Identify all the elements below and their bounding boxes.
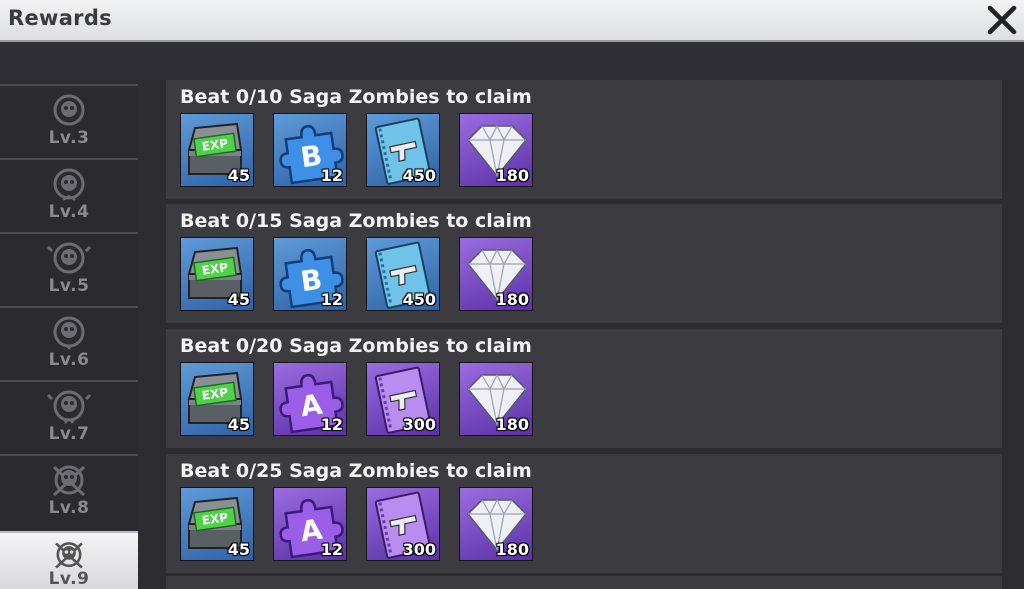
- reward-row-title: Beat 0/25 Saga Zombies to claim: [180, 460, 532, 482]
- reward-row: Beat 0/20 Saga Zombies to claim EXP 45 A…: [166, 329, 1002, 448]
- reward-count: 12: [320, 415, 343, 434]
- reward-count: 180: [495, 166, 529, 185]
- reward-count: 45: [227, 290, 250, 309]
- skull-badge-icon: [53, 168, 85, 201]
- sidebar-item-lv8[interactable]: Lv.8: [0, 454, 138, 527]
- sidebar-item-lv6[interactable]: ★ Lv.6: [0, 306, 138, 379]
- level-label: Lv.3: [48, 128, 90, 148]
- reward-count: 450: [402, 166, 436, 185]
- reward-puzzle-b[interactable]: B 12: [273, 237, 347, 311]
- reward-gun-manual[interactable]: 450: [366, 113, 440, 187]
- skull-badge-icon: ★: [53, 316, 85, 351]
- reward-count: 180: [495, 290, 529, 309]
- reward-row-partial: [166, 576, 1002, 589]
- skull-badge-icon: [52, 465, 86, 497]
- reward-puzzle-b[interactable]: B 12: [273, 113, 347, 187]
- reward-row: Beat 0/15 Saga Zombies to claim EXP 45 B…: [166, 204, 1002, 323]
- level-label: Lv.7: [48, 424, 90, 444]
- reward-count: 300: [402, 540, 436, 559]
- close-button[interactable]: [984, 2, 1020, 38]
- reward-diamond[interactable]: 180: [459, 237, 533, 311]
- reward-count: 300: [402, 415, 436, 434]
- reward-count: 180: [495, 540, 529, 559]
- sidebar-item-lv4[interactable]: Lv.4: [0, 158, 138, 231]
- level-label: Lv.6: [48, 350, 90, 370]
- reward-exp-chest[interactable]: EXP 45: [180, 362, 254, 436]
- level-label: Lv.9: [48, 569, 90, 589]
- level-label: Lv.4: [48, 202, 90, 222]
- sidebar-item-lv5[interactable]: Lv.5: [0, 232, 138, 305]
- sidebar-item-lv9[interactable]: Lv.9: [0, 531, 138, 589]
- close-icon: [987, 5, 1017, 35]
- reward-row: Beat 0/25 Saga Zombies to claim EXP 45 A…: [166, 454, 1002, 573]
- sidebar-item-lv3[interactable]: Lv.3: [0, 84, 138, 157]
- reward-puzzle-a[interactable]: A 12: [273, 362, 347, 436]
- reward-diamond[interactable]: 180: [459, 487, 533, 561]
- reward-exp-chest[interactable]: EXP 45: [180, 113, 254, 187]
- level-sidebar[interactable]: Lv.3 Lv.4 Lv.5 ★ Lv.6 ★★ Lv.7 Lv.8 Lv.9: [0, 84, 138, 589]
- reward-diamond[interactable]: 180: [459, 362, 533, 436]
- skull-badge-icon: ★★: [46, 390, 92, 425]
- level-label: Lv.5: [48, 276, 90, 296]
- header-backdrop: [0, 42, 1024, 80]
- reward-exp-chest[interactable]: EXP 45: [180, 487, 254, 561]
- reward-gun-manual[interactable]: 300: [366, 487, 440, 561]
- reward-exp-chest[interactable]: EXP 45: [180, 237, 254, 311]
- reward-count: 450: [402, 290, 436, 309]
- reward-row-title: Beat 0/10 Saga Zombies to claim: [180, 86, 532, 108]
- reward-count: 180: [495, 415, 529, 434]
- reward-gun-manual[interactable]: 300: [366, 362, 440, 436]
- reward-puzzle-a[interactable]: A 12: [273, 487, 347, 561]
- reward-row: Beat 0/10 Saga Zombies to claim EXP 45 B…: [166, 80, 1002, 199]
- skull-badge-icon: [55, 542, 83, 569]
- skull-badge-icon: [46, 242, 92, 274]
- reward-count: 12: [320, 290, 343, 309]
- reward-count: 12: [320, 166, 343, 185]
- skull-badge-icon: [53, 94, 85, 126]
- page-title: Rewards: [8, 6, 112, 30]
- reward-diamond[interactable]: 180: [459, 113, 533, 187]
- sidebar-item-lv7[interactable]: ★★ Lv.7: [0, 380, 138, 453]
- reward-count: 45: [227, 540, 250, 559]
- reward-row-title: Beat 0/20 Saga Zombies to claim: [180, 335, 532, 357]
- reward-gun-manual[interactable]: 450: [366, 237, 440, 311]
- reward-count: 45: [227, 415, 250, 434]
- reward-count: 12: [320, 540, 343, 559]
- reward-count: 45: [227, 166, 250, 185]
- level-label: Lv.8: [48, 498, 90, 518]
- reward-row-title: Beat 0/15 Saga Zombies to claim: [180, 210, 532, 232]
- header-bar: Rewards: [0, 0, 1024, 42]
